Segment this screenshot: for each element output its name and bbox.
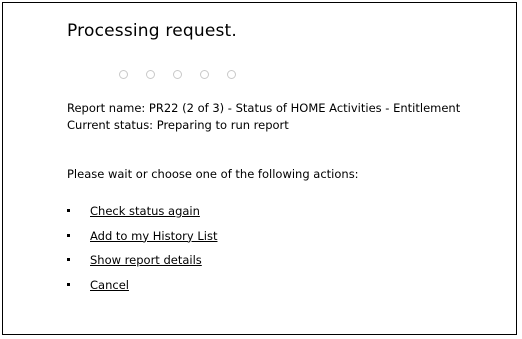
list-item: Cancel bbox=[67, 277, 217, 302]
check-status-link[interactable]: Check status again bbox=[90, 204, 200, 218]
progress-dot-icon bbox=[173, 70, 182, 79]
progress-indicator bbox=[119, 70, 254, 82]
progress-dot-icon bbox=[227, 70, 236, 79]
list-item: Show report details bbox=[67, 252, 217, 277]
report-status: Current status: Preparing to run report bbox=[67, 118, 289, 132]
action-prompt: Please wait or choose one of the followi… bbox=[67, 167, 359, 181]
action-list: Check status again Add to my History Lis… bbox=[67, 203, 217, 301]
processing-panel: Processing request. Report name: PR22 (2… bbox=[2, 2, 517, 335]
bullet-icon bbox=[67, 209, 70, 212]
show-report-details-link[interactable]: Show report details bbox=[90, 253, 202, 267]
progress-dot-icon bbox=[146, 70, 155, 79]
add-to-history-link[interactable]: Add to my History List bbox=[90, 229, 217, 243]
progress-dot-icon bbox=[200, 70, 209, 79]
bullet-icon bbox=[67, 282, 70, 286]
report-info: Report name: PR22 (2 of 3) - Status of H… bbox=[67, 100, 460, 134]
bullet-icon bbox=[67, 258, 70, 261]
list-item: Check status again bbox=[67, 203, 217, 228]
bullet-icon bbox=[67, 233, 70, 237]
report-name: Report name: PR22 (2 of 3) - Status of H… bbox=[67, 101, 461, 115]
page-title: Processing request. bbox=[67, 21, 238, 41]
cancel-link[interactable]: Cancel bbox=[90, 278, 129, 292]
progress-dot-icon bbox=[119, 70, 128, 79]
list-item: Add to my History List bbox=[67, 228, 217, 253]
